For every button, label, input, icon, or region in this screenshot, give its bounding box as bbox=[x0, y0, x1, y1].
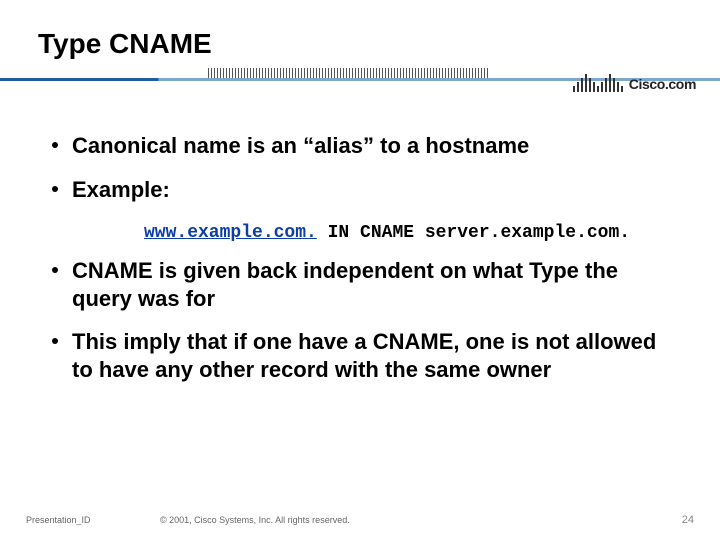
code-example: www.example.com. IN CNAME server.example… bbox=[52, 219, 668, 257]
bullet-dot-icon bbox=[52, 142, 58, 148]
slide: Type CNAME Cisco.com Canonical name is a… bbox=[0, 0, 720, 540]
footer: Presentation_ID © 2001, Cisco Systems, I… bbox=[0, 514, 720, 526]
bullet-text: Example: bbox=[72, 176, 170, 204]
bullet-item: CNAME is given back independent on what … bbox=[52, 257, 668, 312]
code-link[interactable]: www.example.com. bbox=[144, 223, 317, 243]
presentation-id: Presentation_ID bbox=[26, 515, 91, 525]
page-number: 24 bbox=[682, 514, 694, 526]
content-area: Canonical name is an “alias” to a hostna… bbox=[0, 82, 720, 383]
logo-text: Cisco.com bbox=[629, 76, 696, 92]
bullet-dot-icon bbox=[52, 338, 58, 344]
bullet-text: CNAME is given back independent on what … bbox=[72, 257, 668, 312]
bullet-item: Canonical name is an “alias” to a hostna… bbox=[52, 132, 668, 160]
slide-title: Type CNAME bbox=[0, 0, 720, 66]
cisco-bridge-icon bbox=[573, 72, 623, 92]
bullet-text: Canonical name is an “alias” to a hostna… bbox=[72, 132, 529, 160]
bullet-dot-icon bbox=[52, 267, 58, 273]
cisco-logo: Cisco.com bbox=[573, 72, 696, 92]
bullet-item: This imply that if one have a CNAME, one… bbox=[52, 328, 668, 383]
bullet-item: Example: bbox=[52, 176, 668, 204]
bullet-text: This imply that if one have a CNAME, one… bbox=[72, 328, 668, 383]
code-rest: IN CNAME server.example.com. bbox=[317, 223, 630, 243]
copyright-text: © 2001, Cisco Systems, Inc. All rights r… bbox=[160, 515, 350, 525]
bullet-dot-icon bbox=[52, 186, 58, 192]
